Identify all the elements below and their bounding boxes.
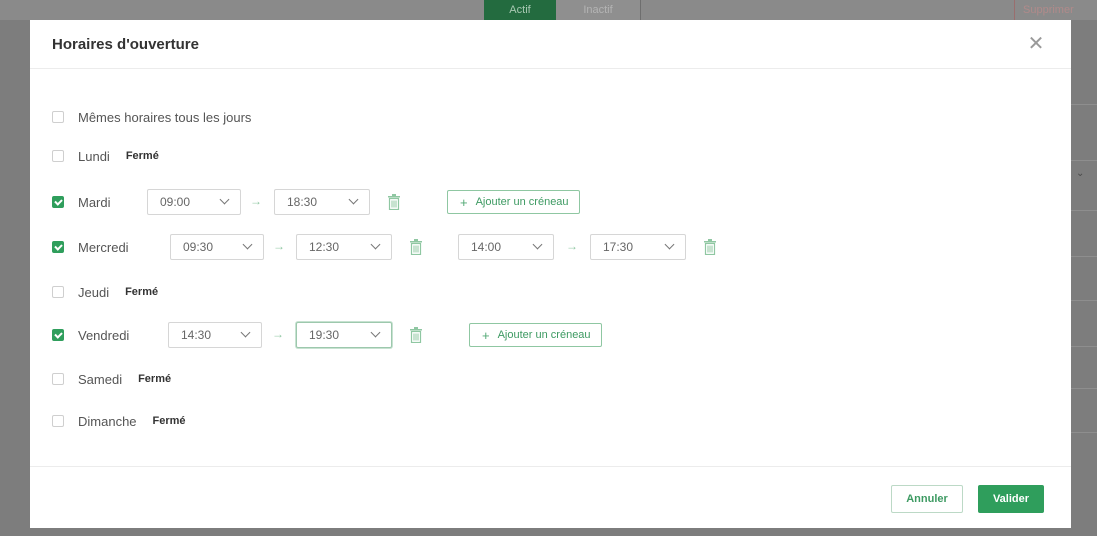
same-hours-checkbox[interactable] (52, 111, 64, 123)
day-checkbox-mardi[interactable] (52, 196, 64, 208)
modal-header: Horaires d'ouverture ✕ (30, 20, 1071, 69)
time-select-mardi-from[interactable]: 09:00 (147, 189, 241, 215)
day-row-mercredi: Mercredi (52, 230, 129, 264)
add-slot-button-vendredi[interactable]: + Ajouter un créneau (469, 323, 602, 347)
time-select-mercredi-from-2[interactable]: 14:00 (458, 234, 554, 260)
time-value: 09:30 (183, 240, 214, 254)
chevron-down-icon (370, 327, 381, 338)
opening-hours-modal: Horaires d'ouverture ✕ Mêmes horaires to… (30, 20, 1071, 528)
time-value: 14:30 (181, 328, 212, 342)
background-divider (1071, 160, 1097, 161)
background-tab-actif: Actif (484, 0, 556, 20)
day-label-mercredi: Mercredi (78, 239, 129, 255)
day-label-lundi: Lundi (78, 148, 110, 164)
modal-body: Mêmes horaires tous les jours Lundi Ferm… (30, 69, 1071, 467)
day-row-dimanche: Dimanche Fermé (52, 404, 186, 438)
validate-button[interactable]: Valider (978, 485, 1044, 513)
add-slot-button-mardi[interactable]: + Ajouter un créneau (447, 190, 580, 214)
chevron-down-icon (664, 239, 675, 250)
closed-label-dimanche: Fermé (152, 415, 186, 427)
day-label-mardi: Mardi (78, 194, 111, 210)
time-value: 17:30 (603, 240, 634, 254)
add-slot-label: Ajouter un créneau (497, 329, 591, 341)
chevron-down-icon (348, 194, 359, 205)
background-divider (1071, 104, 1097, 105)
chevron-down-icon (219, 194, 230, 205)
background-chevron-icon: ⌄ (1076, 168, 1085, 179)
trash-icon[interactable] (410, 239, 422, 255)
day-row-jeudi: Jeudi Fermé (52, 275, 158, 309)
background-divider (1071, 346, 1097, 347)
day-row-vendredi: Vendredi (52, 318, 129, 352)
day-checkbox-samedi[interactable] (52, 373, 64, 385)
arrow-right-icon: → (273, 239, 285, 253)
day-checkbox-dimanche[interactable] (52, 415, 64, 427)
background-divider (1071, 300, 1097, 301)
plus-icon: + (482, 327, 490, 343)
background-divider (1071, 432, 1097, 433)
time-value: 09:00 (160, 195, 191, 209)
closed-label-lundi: Fermé (125, 150, 159, 162)
trash-icon[interactable] (388, 194, 400, 210)
add-slot-label: Ajouter un créneau (475, 196, 569, 208)
day-row-samedi: Samedi Fermé (52, 362, 171, 396)
time-select-vendredi-to[interactable]: 19:30 (296, 322, 392, 348)
chevron-down-icon (242, 239, 253, 250)
same-hours-row: Mêmes horaires tous les jours (52, 100, 251, 134)
day-row-lundi: Lundi Fermé (52, 139, 159, 173)
time-value: 18:30 (287, 195, 318, 209)
day-row-mardi: Mardi (52, 185, 111, 219)
background-tab-inactif: Inactif (556, 0, 641, 20)
background-divider (1071, 388, 1097, 389)
close-icon[interactable]: ✕ (1026, 34, 1046, 54)
plus-icon: + (460, 194, 468, 210)
chevron-down-icon (532, 239, 543, 250)
trash-icon[interactable] (410, 327, 422, 343)
arrow-right-icon: → (566, 239, 578, 253)
time-select-vendredi-from[interactable]: 14:30 (168, 322, 262, 348)
modal-footer: Annuler Valider (30, 466, 1071, 529)
same-hours-label: Mêmes horaires tous les jours (78, 109, 252, 125)
chevron-down-icon (370, 239, 381, 250)
day-checkbox-mercredi[interactable] (52, 241, 64, 253)
cancel-button[interactable]: Annuler (891, 485, 963, 513)
time-select-mercredi-to-1[interactable]: 12:30 (296, 234, 392, 260)
modal-title: Horaires d'ouverture (52, 36, 199, 53)
time-value: 19:30 (309, 328, 340, 342)
time-value: 14:00 (471, 240, 502, 254)
day-label-dimanche: Dimanche (78, 413, 137, 429)
time-value: 12:30 (309, 240, 340, 254)
day-checkbox-jeudi[interactable] (52, 286, 64, 298)
day-checkbox-vendredi[interactable] (52, 329, 64, 341)
arrow-right-icon: → (272, 327, 284, 341)
background-divider (1071, 256, 1097, 257)
background-divider (1071, 210, 1097, 211)
time-select-mercredi-from-1[interactable]: 09:30 (170, 234, 264, 260)
day-label-samedi: Samedi (78, 371, 123, 387)
time-select-mercredi-to-2[interactable]: 17:30 (590, 234, 686, 260)
closed-label-jeudi: Fermé (125, 286, 159, 298)
closed-label-samedi: Fermé (138, 373, 172, 385)
time-select-mardi-to[interactable]: 18:30 (274, 189, 370, 215)
trash-icon[interactable] (704, 239, 716, 255)
day-label-vendredi: Vendredi (78, 327, 130, 343)
arrow-right-icon: → (250, 194, 262, 208)
day-checkbox-lundi[interactable] (52, 150, 64, 162)
chevron-down-icon (240, 327, 251, 338)
background-delete-button: Supprimer (1014, 0, 1097, 20)
day-label-jeudi: Jeudi (78, 284, 110, 300)
